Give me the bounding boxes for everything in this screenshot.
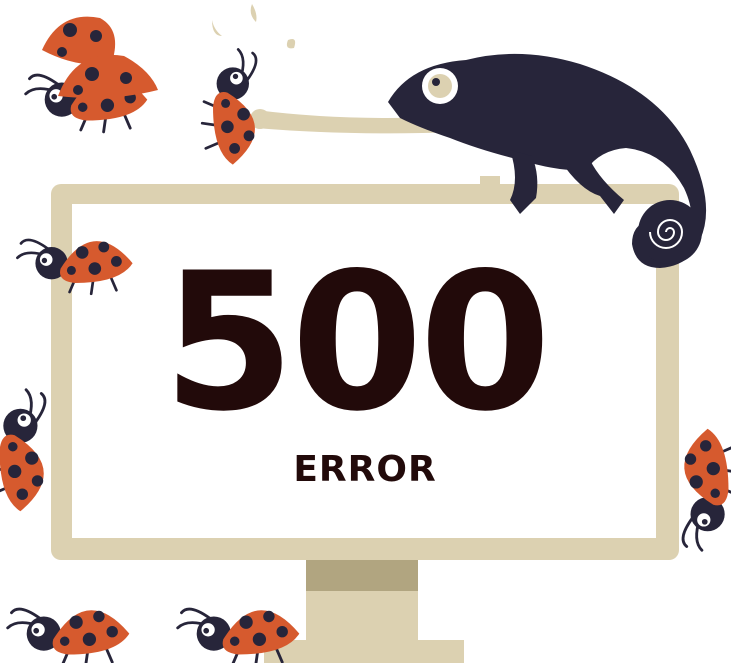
error-label: ERROR <box>293 449 437 490</box>
ladybug-icon <box>6 607 131 663</box>
sweat-drop-icon <box>212 4 296 49</box>
ladybug-icon <box>0 388 47 513</box>
error-code: 500 <box>162 232 552 453</box>
ladybug-icon <box>681 427 731 552</box>
ladybug-icon <box>200 48 258 166</box>
